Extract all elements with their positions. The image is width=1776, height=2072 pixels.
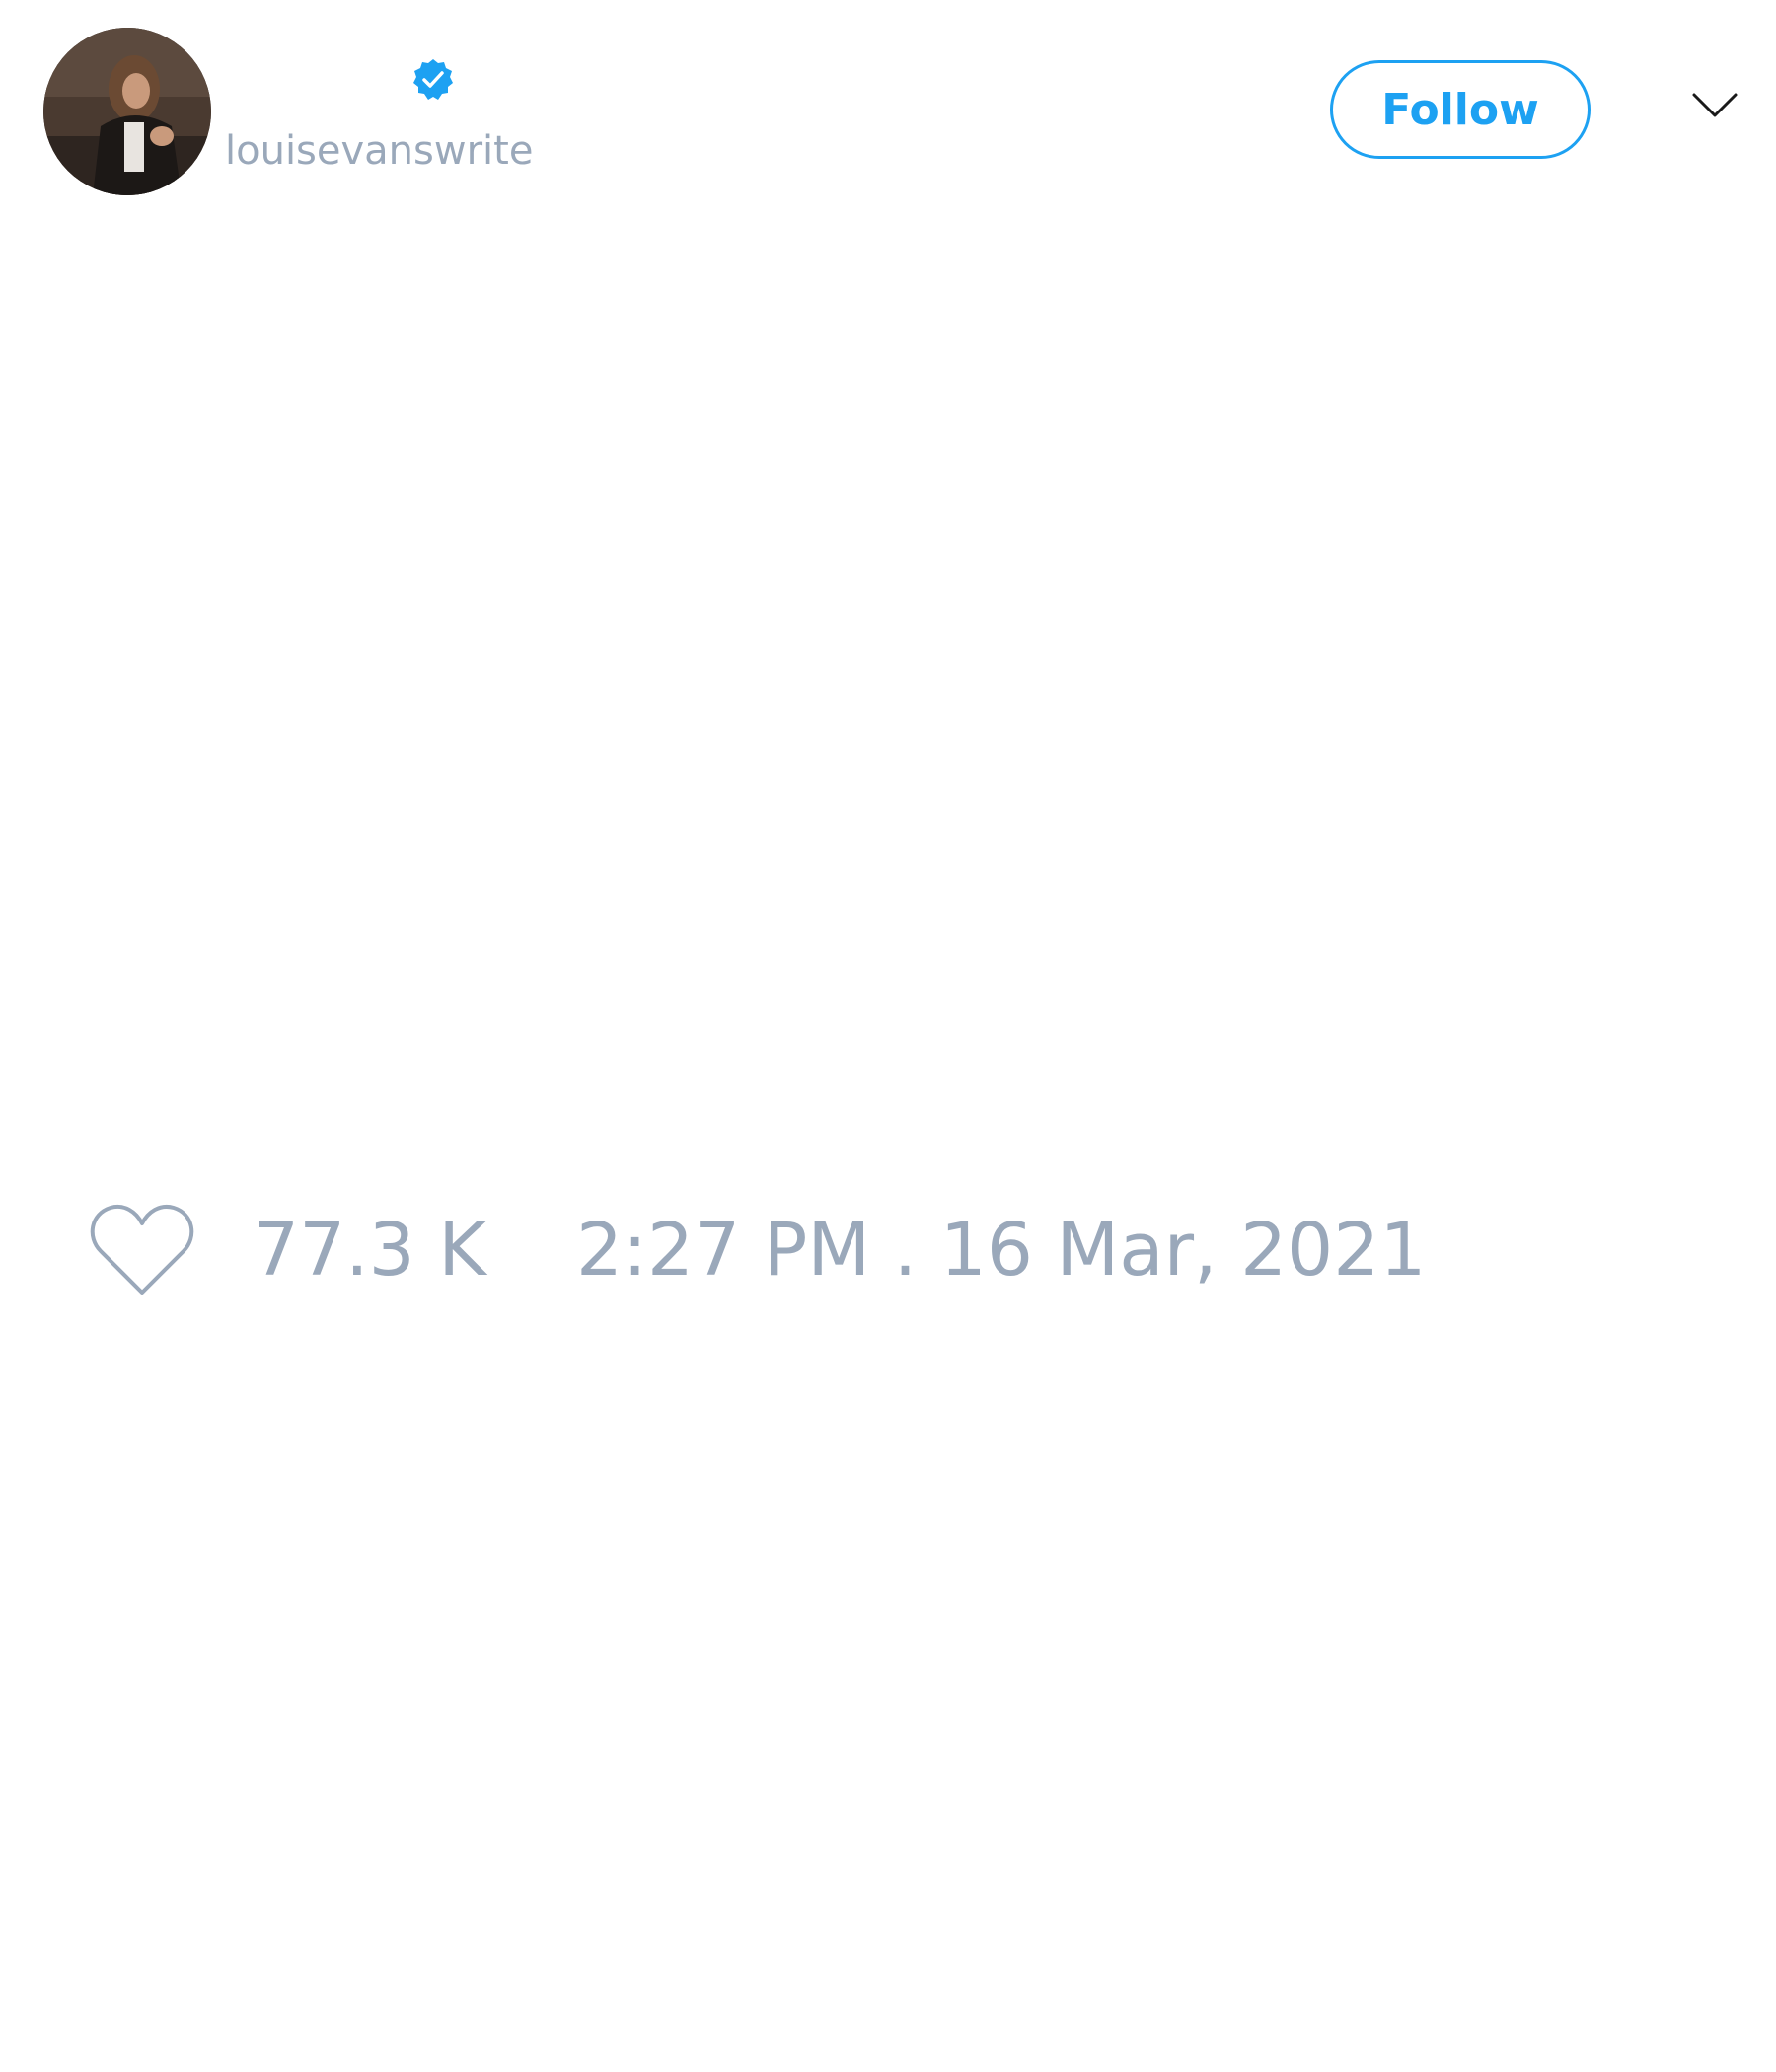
tweet-card: louisevanswrite Follow 77.3 K 2:27 PM . … [0,0,1776,2072]
tweet-timestamp[interactable]: 2:27 PM . 16 Mar, 2021 [576,1208,1426,1293]
author-handle[interactable]: louisevanswrite [225,126,533,176]
avatar-photo [43,28,211,195]
avatar[interactable] [43,28,211,195]
chevron-down-icon[interactable] [1691,91,1739,120]
heart-outline-icon[interactable] [89,1202,195,1296]
verified-badge-icon [410,57,456,103]
follow-button[interactable]: Follow [1330,60,1591,159]
like-count: 77.3 K [253,1208,486,1293]
